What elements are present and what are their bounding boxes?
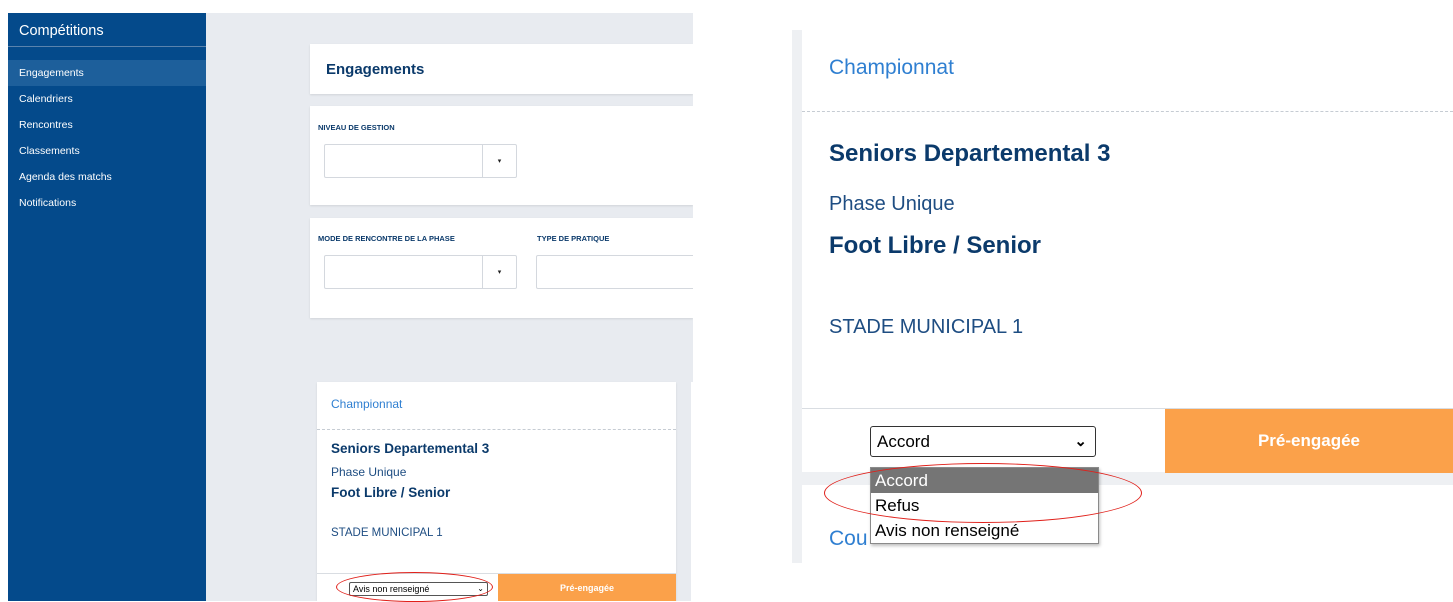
sidebar-menu: Engagements Calendriers Rencontres Class…	[8, 60, 206, 216]
avis-select[interactable]: Accord ⌄	[870, 426, 1096, 457]
sidebar-item-calendriers[interactable]: Calendriers	[8, 86, 206, 112]
type-select[interactable]	[536, 255, 693, 289]
card-stade: STADE MUNICIPAL 1	[829, 316, 1024, 338]
mode-label: MODE DE RENCONTRE DE LA PHASE	[318, 234, 455, 243]
card-divider	[317, 429, 676, 430]
card-stade: STADE MUNICIPAL 1	[331, 527, 443, 539]
niveau-dropdown-button[interactable]: ▾	[482, 145, 516, 177]
niveau-label: NIVEAU DE GESTION	[318, 123, 395, 132]
chevron-down-icon: ▾	[497, 158, 502, 165]
card-competition-name: Seniors Departemental 3	[331, 441, 490, 456]
card-footer: Avis non renseigné ⌄ Pré-engagée	[317, 573, 676, 601]
card-footer: Accord ⌄ Pré-engagée	[802, 408, 1453, 473]
card-divider	[802, 111, 1453, 112]
sidebar: Compétitions Engagements Calendriers Ren…	[8, 13, 206, 601]
next-card-competition-type[interactable]: Cou	[829, 527, 868, 551]
sidebar-item-engagements[interactable]: Engagements	[8, 60, 206, 86]
card-pratique: Foot Libre / Senior	[331, 485, 451, 500]
sidebar-item-classements[interactable]: Classements	[8, 138, 206, 164]
avis-dropdown-list: Accord Refus Avis non renseigné	[870, 467, 1099, 544]
avis-option-refus[interactable]: Refus	[871, 493, 1098, 518]
chevron-down-icon: ⌄	[477, 584, 484, 593]
sidebar-item-agenda-des-matchs[interactable]: Agenda des matchs	[8, 164, 206, 190]
sidebar-item-rencontres[interactable]: Rencontres	[8, 112, 206, 138]
left-screenshot: Compétitions Engagements Calendriers Ren…	[8, 13, 693, 601]
mode-select[interactable]: ▾	[324, 255, 517, 289]
page-title: Engagements	[326, 61, 425, 78]
card-pratique: Foot Libre / Senior	[829, 232, 1042, 259]
card-phase: Phase Unique	[829, 193, 955, 215]
card-phase: Phase Unique	[331, 465, 407, 479]
mode-dropdown-button[interactable]: ▾	[482, 256, 516, 288]
avis-select-value: Accord	[877, 432, 930, 451]
page-title-panel: Engagements	[310, 44, 693, 94]
engagement-card: Championnat Seniors Departemental 3 Phas…	[317, 382, 676, 601]
filter-niveau-panel: NIVEAU DE GESTION ▾	[310, 106, 693, 205]
avis-select-value: Avis non renseigné	[353, 584, 430, 594]
card-competition-name: Seniors Departemental 3	[829, 140, 1111, 167]
sidebar-title: Compétitions	[8, 13, 206, 47]
status-badge: Pré-engagée	[498, 574, 676, 601]
avis-option-accord[interactable]: Accord	[871, 468, 1098, 493]
sidebar-item-notifications[interactable]: Notifications	[8, 190, 206, 216]
card-competition-type[interactable]: Championnat	[829, 56, 954, 80]
avis-select[interactable]: Avis non renseigné ⌄	[349, 582, 488, 596]
filter-mode-panel: MODE DE RENCONTRE DE LA PHASE ▾ TYPE DE …	[310, 218, 693, 318]
card-competition-type[interactable]: Championnat	[331, 397, 402, 411]
chevron-down-icon: ▾	[497, 269, 502, 276]
status-badge: Pré-engagée	[1165, 409, 1453, 473]
chevron-down-icon: ⌄	[1074, 433, 1087, 450]
next-card-edge	[691, 382, 693, 601]
type-label: TYPE DE PRATIQUE	[537, 234, 610, 243]
engagement-card-zoom: Championnat Seniors Departemental 3 Phas…	[802, 30, 1453, 473]
niveau-select[interactable]: ▾	[324, 144, 517, 178]
avis-option-avis-non-renseigne[interactable]: Avis non renseigné	[871, 518, 1098, 543]
